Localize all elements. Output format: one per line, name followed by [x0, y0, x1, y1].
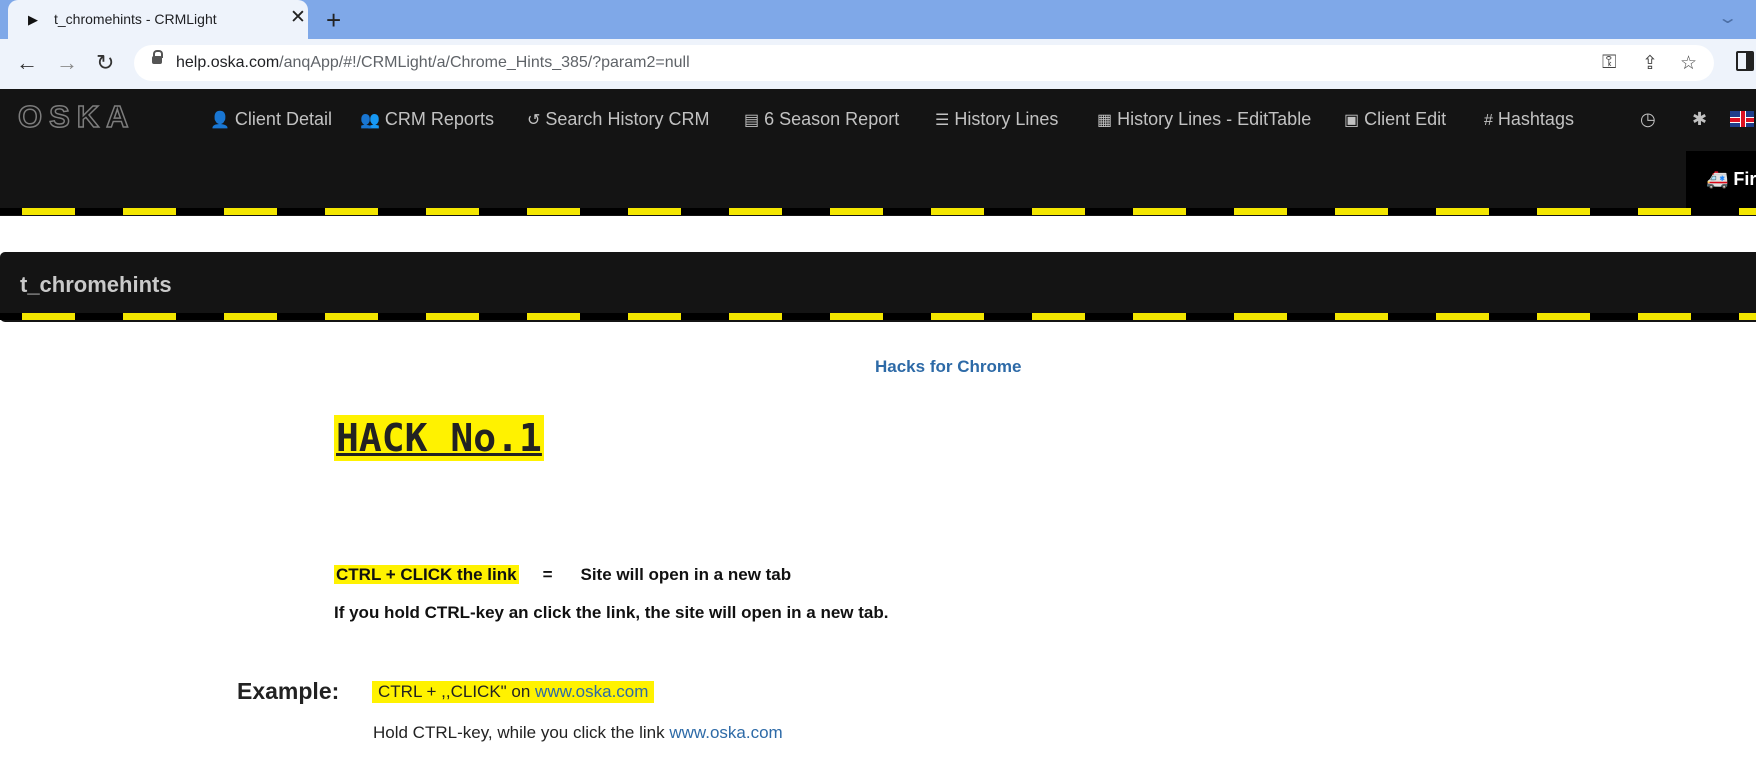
- users-icon: 👥: [360, 112, 380, 129]
- nav-item-label: CRM Reports: [384, 109, 494, 129]
- example-link[interactable]: www.oska.com: [535, 682, 648, 701]
- url-host: help.oska.com: [176, 54, 280, 71]
- hashtag-icon: #: [1484, 112, 1493, 129]
- media-playing-icon: ▶: [28, 12, 38, 27]
- nav-client-edit[interactable]: ▣ Client Edit: [1344, 109, 1446, 130]
- list-alt-icon: ▤: [744, 112, 760, 129]
- shortcut-label: CTRL + CLICK the link: [334, 565, 519, 584]
- nav-item-label: 6 Season Report: [764, 109, 900, 129]
- new-tab-button[interactable]: +: [326, 5, 341, 35]
- nav-crm-reports[interactable]: 👥 CRM Reports: [360, 109, 494, 130]
- example-label: Example:: [237, 678, 340, 704]
- tab-close-icon[interactable]: ✕: [290, 8, 306, 28]
- nav-search-history-crm[interactable]: ↺ Search History CRM: [527, 109, 709, 130]
- nav-item-label: Client Edit: [1364, 109, 1447, 129]
- equals-sign: =: [542, 565, 553, 584]
- nav-history-lines-edittable[interactable]: ▦ History Lines - EditTable: [1097, 109, 1311, 130]
- page-title: t_chromehints: [20, 272, 172, 297]
- url-path: /anqApp/#!/CRMLight/a/Chrome_Hints_385/?…: [279, 54, 690, 71]
- browser-tab[interactable]: ▶ t_chromehints - CRMLight ✕: [8, 0, 308, 39]
- app-navbar: OSKA 👤 Client Detail 👥 CRM Reports ↺ Search…: [0, 89, 1756, 216]
- reload-button[interactable]: ↻: [96, 49, 114, 77]
- oska-logo[interactable]: OSKA: [17, 98, 136, 135]
- nav-6-season-report[interactable]: ▤ 6 Season Report: [744, 109, 899, 130]
- history-icon: ↺: [527, 112, 541, 129]
- page-subtitle: Hacks for Chrome: [875, 357, 1022, 376]
- url-text[interactable]: help.oska.com/anqApp/#!/CRMLight/a/Chrom…: [176, 54, 690, 72]
- nav-history-lines[interactable]: ☰ History Lines: [935, 109, 1058, 130]
- example-instruction: Hold CTRL-key, while you click the link …: [373, 723, 783, 743]
- shortcut-result: Site will open in a new tab: [580, 565, 792, 584]
- browser-tab-strip: ▶ t_chromehints - CRMLight ✕ + ⌄: [0, 0, 1756, 39]
- hazard-stripe: [0, 208, 1756, 215]
- hazard-stripe: [0, 313, 1756, 320]
- tab-title: t_chromehints - CRMLight: [54, 11, 217, 27]
- nav-item-label: Client Detail: [234, 109, 332, 129]
- bug-icon[interactable]: ✱: [1692, 109, 1707, 130]
- nav-client-detail[interactable]: 👤 Client Detail: [210, 109, 332, 130]
- back-button[interactable]: ←: [16, 49, 38, 77]
- nav-item-label: Search History CRM: [545, 109, 710, 129]
- share-icon[interactable]: ⇪: [1642, 52, 1658, 75]
- tab-search-chevron-icon[interactable]: ⌄: [1717, 8, 1738, 28]
- example-instruction-link[interactable]: www.oska.com: [669, 723, 782, 742]
- bookmark-star-icon[interactable]: ☆: [1680, 52, 1697, 75]
- example-highlight: CTRL + ,,CLICK" on www.oska.com: [372, 681, 655, 703]
- nav-item-label: History Lines - EditTable: [1117, 109, 1312, 129]
- first-aid-button-label: 🚑 Firs: [1706, 169, 1756, 189]
- nav-item-label: History Lines: [954, 109, 1059, 129]
- list-icon: ☰: [935, 112, 950, 129]
- uk-flag-icon[interactable]: [1730, 111, 1754, 127]
- key-icon[interactable]: ⚿: [1602, 52, 1616, 74]
- lock-icon[interactable]: [152, 50, 163, 64]
- address-bar[interactable]: help.oska.com/anqApp/#!/CRMLight/a/Chrom…: [134, 45, 1714, 81]
- browser-toolbar: ← → ↻ help.oska.com/anqApp/#!/CRMLight/a…: [0, 39, 1756, 89]
- nav-item-label: Hashtags: [1497, 109, 1574, 129]
- user-icon: 👤: [210, 112, 230, 129]
- shortcut-explanation: If you hold CTRL-key an click the link, …: [334, 603, 889, 622]
- clock-icon[interactable]: ◷: [1640, 109, 1656, 130]
- portrait-icon: ▣: [1344, 112, 1360, 129]
- example-instruction-text: Hold CTRL-key, while you click the link: [373, 723, 670, 742]
- hack-heading: HACK No.1: [334, 415, 544, 461]
- example-text: CTRL + ,,CLICK" on: [378, 682, 536, 701]
- forward-button[interactable]: →: [56, 49, 78, 77]
- first-aid-button[interactable]: 🚑 Firs: [1686, 151, 1756, 208]
- shortcut-row: CTRL + CLICK the link = Site will open in …: [334, 565, 791, 585]
- nav-hashtags[interactable]: # Hashtags: [1484, 109, 1574, 130]
- page-title-bar: t_chromehints: [0, 252, 1756, 322]
- table-icon: ▦: [1097, 112, 1113, 129]
- side-panel-icon[interactable]: [1736, 51, 1754, 71]
